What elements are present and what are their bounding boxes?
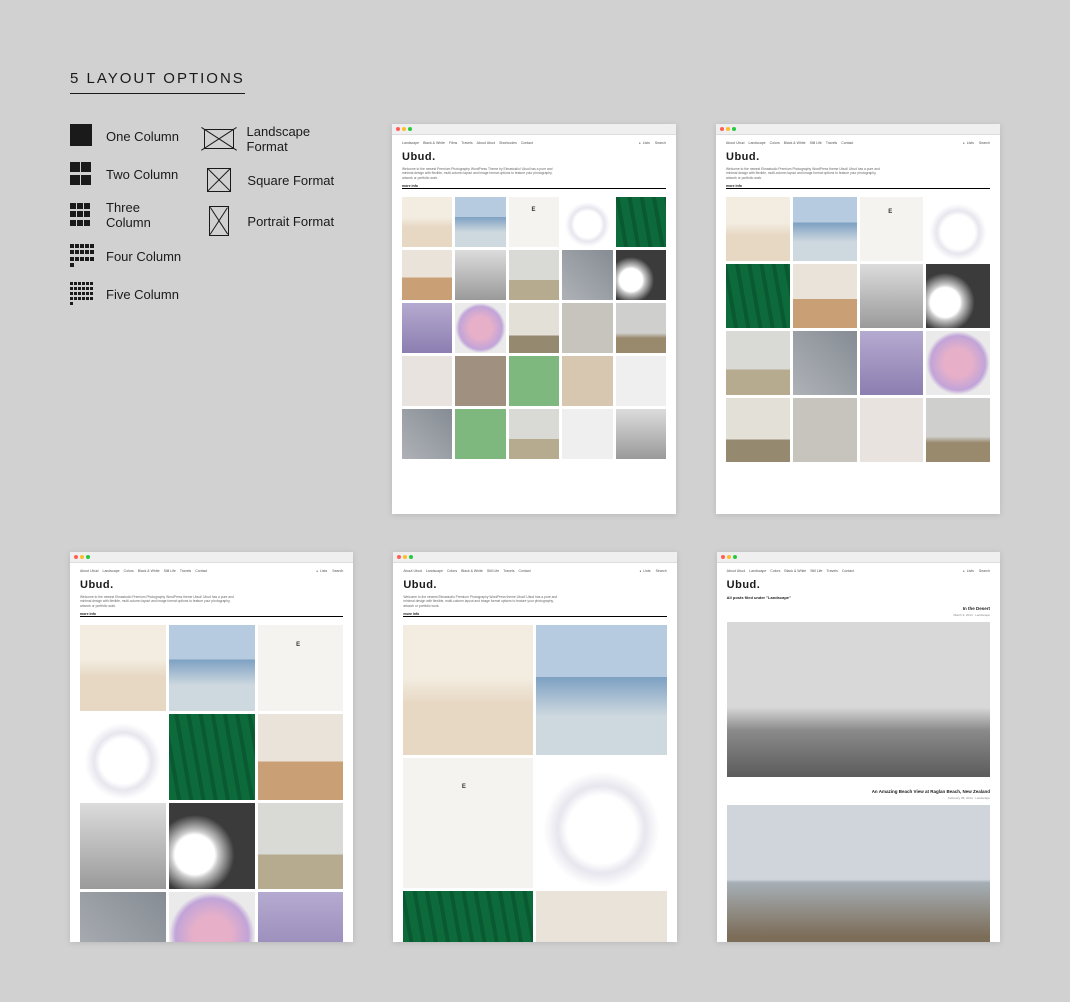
preview-grid <box>726 197 990 514</box>
legend-label: Three Column <box>106 200 185 230</box>
four-column-icon <box>70 244 94 268</box>
preview-grid <box>403 625 666 942</box>
post-meta: February 28, 2014 · Landscape <box>948 796 990 800</box>
preview-brand: Ubud. <box>727 579 990 591</box>
preview-nav: About UbudLandscapeColorsBlack & WhiteSt… <box>80 569 343 573</box>
legend-portrait-format: Portrait Format <box>203 206 352 236</box>
three-column-icon <box>70 203 94 227</box>
browser-chrome <box>716 124 1000 135</box>
square-format-icon <box>207 168 231 192</box>
preview-five-column: LandscapeBlack & WhiteFilmsTravelsAbout … <box>392 124 676 514</box>
legend-three-column: Three Column <box>70 200 185 230</box>
legend-two-column: Two Column <box>70 162 185 186</box>
legend-five-column: Five Column <box>70 282 185 306</box>
post-meta: March 9, 2014 · Landscape <box>953 613 990 617</box>
preview-nav: About UbudLandscapeColorsBlack & WhiteSt… <box>726 141 990 145</box>
legend-square-format: Square Format <box>203 168 352 192</box>
browser-chrome <box>393 552 676 563</box>
section-heading: 5 LAYOUT OPTIONS <box>70 70 245 94</box>
preview-subheading: All posts filed under "Landscape" <box>727 595 990 600</box>
post-image <box>727 805 990 942</box>
preview-nav: About UbudLandscapeColorsBlack & WhiteSt… <box>727 569 990 573</box>
preview-one-column: About UbudLandscapeColorsBlack & WhiteSt… <box>717 552 1000 942</box>
legend-label: Portrait Format <box>247 214 334 229</box>
preview-post: An Amazing Beach View at Raglan Beach, N… <box>727 789 990 942</box>
browser-chrome <box>392 124 676 135</box>
preview-intro: Welcome to the newest Elmastudio Premium… <box>726 167 884 181</box>
post-title: An Amazing Beach View at Raglan Beach, N… <box>872 789 990 794</box>
post-image <box>727 622 990 777</box>
legend-label: Two Column <box>106 167 178 182</box>
preview-intro: Welcome to the newest Elmastudio Premium… <box>80 595 238 609</box>
preview-nav: LandscapeBlack & WhiteFilmsTravelsAbout … <box>402 141 666 145</box>
preview-brand: Ubud. <box>726 151 990 163</box>
legend-one-column: One Column <box>70 124 185 148</box>
one-column-icon <box>70 124 94 148</box>
preview-more-link: more info <box>80 612 343 617</box>
legend-landscape-format: Landscape Format <box>203 124 352 154</box>
browser-chrome <box>717 552 1000 563</box>
preview-four-column: About UbudLandscapeColorsBlack & WhiteSt… <box>716 124 1000 514</box>
post-title: In the Desert <box>963 606 990 611</box>
preview-nav: About UbudLandscapeColorsBlack & WhiteSt… <box>403 569 666 573</box>
preview-intro: Welcome to the newest Premium Photograph… <box>402 167 560 181</box>
browser-chrome <box>70 552 353 563</box>
preview-post: In the Desert March 9, 2014 · Landscape <box>727 606 990 777</box>
preview-brand: Ubud. <box>402 151 666 163</box>
preview-brand: Ubud. <box>80 579 343 591</box>
five-column-icon <box>70 282 94 306</box>
legend-label: Square Format <box>247 173 334 188</box>
preview-two-column: About UbudLandscapeColorsBlack & WhiteSt… <box>393 552 676 942</box>
preview-intro: Welcome to the newest Elmastudio Premium… <box>403 595 561 609</box>
legend-four-column: Four Column <box>70 244 185 268</box>
legend-label: Five Column <box>106 287 179 302</box>
preview-more-link: more info <box>403 612 666 617</box>
preview-post-list: In the Desert March 9, 2014 · Landscape … <box>727 606 990 942</box>
landscape-format-icon <box>204 129 234 149</box>
preview-more-link: more info <box>726 184 990 189</box>
layout-options-legend: One Column Two Column Three Column Four … <box>70 124 352 514</box>
preview-grid <box>402 197 666 514</box>
preview-brand: Ubud. <box>403 579 666 591</box>
legend-label: One Column <box>106 129 179 144</box>
preview-three-column: About UbudLandscapeColorsBlack & WhiteSt… <box>70 552 353 942</box>
two-column-icon <box>70 162 94 186</box>
legend-label: Landscape Format <box>247 124 352 154</box>
preview-grid <box>80 625 343 942</box>
preview-more-link: more info <box>402 184 666 189</box>
portrait-format-icon <box>209 206 229 236</box>
legend-label: Four Column <box>106 249 181 264</box>
